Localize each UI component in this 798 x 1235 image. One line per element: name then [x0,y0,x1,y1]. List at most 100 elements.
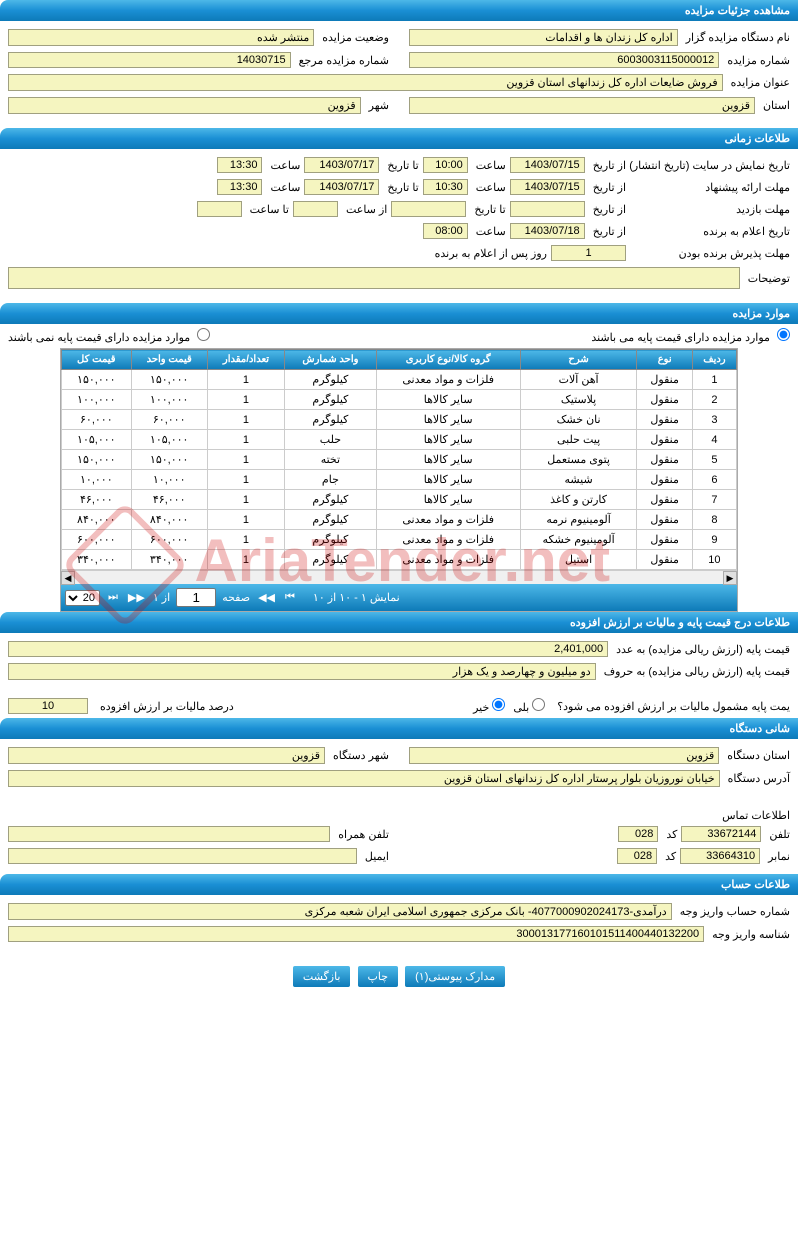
print-button[interactable]: چاپ [358,966,399,987]
col-row: ردیف [692,350,736,370]
holder-value: اداره کل زندان ها و اقدامات [409,29,678,46]
org-address-label: آدرس دستگاه [724,772,790,785]
cell-uprice: ۶۰۰,۰۰۰ [131,530,207,550]
cell-type: منقول [637,430,692,450]
radio-no-base[interactable]: موارد مزایده دارای قیمت پایه نمی باشند [8,328,210,344]
cell-desc: پلاستیک [520,390,637,410]
org-address-value: خیابان نوروزیان بلوار پرستار اداره کل زن… [8,770,720,787]
cell-group: سایر کالاها [376,490,520,510]
org-province-label: استان دستگاه [723,749,790,762]
cell-group: فلزات و مواد معدنی [376,370,520,390]
cell-uprice: ۳۴۰,۰۰۰ [131,550,207,570]
fax-code-label: کد [661,850,676,863]
cell-uprice: ۶۰,۰۰۰ [131,410,207,430]
id-value: 300013177160101511400440132200 [8,926,704,942]
tax-no[interactable]: خیر [473,698,505,714]
scroll-right-icon[interactable]: ▶ [723,571,737,585]
notes-label: توضیحات [744,272,790,285]
cell-n: 9 [692,530,736,550]
publish-from-hour: 10:00 [423,157,468,173]
id-label: شناسه واریز وجه [708,928,790,941]
attachments-button[interactable]: مدارک پیوستی(۱) [405,966,505,987]
table-row: 1منقولآهن آلاتفلزات و مواد معدنیکیلوگرم1… [62,370,737,390]
cell-uprice: ۴۶,۰۰۰ [131,490,207,510]
notes-value [8,267,740,289]
table-row: 7منقولکارتن و کاغذسایر کالاهاکیلوگرم1۴۶,… [62,490,737,510]
base-text-label: قیمت پایه (ارزش ریالی مزایده) به حروف [600,665,790,678]
col-type: نوع [637,350,692,370]
from-label-3: از تاریخ [589,203,626,216]
section-header-account: طلاعات حساب [0,874,798,895]
tax-yes[interactable]: بلی [513,698,545,714]
cell-group: فلزات و مواد معدنی [376,510,520,530]
from-hour-label: از ساعت [342,203,387,216]
col-uprice: قیمت واحد [131,350,207,370]
section-header-time: طلاعات زمانی [0,128,798,149]
fax-value: 33664310 [680,848,760,864]
propose-label: مهلت ارائه پیشنهاد [630,181,790,194]
table-row: 3منقولنان خشکسایر کالاهاکیلوگرم1۶۰,۰۰۰۶۰… [62,410,737,430]
to-hour-label: تا ساعت [246,203,289,216]
cell-type: منقول [637,530,692,550]
cell-desc: آلومینیوم نرمه [520,510,637,530]
cell-uprice: ۸۴۰,۰۰۰ [131,510,207,530]
cell-n: 7 [692,490,736,510]
cell-group: فلزات و مواد معدنی [376,550,520,570]
pager-last-icon[interactable]: ⏭ [106,591,120,604]
back-button[interactable]: بازگشت [293,966,351,987]
mobile-value [8,826,330,842]
cell-tprice: ۱۰۰,۰۰۰ [62,390,132,410]
province-value: قزوین [409,97,755,114]
pager-first-icon[interactable]: ⏮ [283,591,297,604]
publish-from-date: 1403/07/15 [510,157,585,173]
section-header-items: موارد مزایده [0,303,798,324]
cell-tprice: ۸۴۰,۰۰۰ [62,510,132,530]
cell-unit: حلب [285,430,376,450]
cell-type: منقول [637,370,692,390]
radio-has-base[interactable]: موارد مزایده دارای قیمت پایه می باشند [591,328,790,344]
tax-percent-label: درصد مالیات بر ارزش افزوده [96,700,234,713]
pager-size-select[interactable]: 20 [65,590,100,606]
section-header-details: مشاهده جزئیات مزایده [0,0,798,21]
announce-from-date: 1403/07/18 [510,223,585,239]
cell-uprice: ۱۰۰,۰۰۰ [131,390,207,410]
pager-page-input[interactable] [176,588,216,607]
cell-desc: پتوی مستعمل [520,450,637,470]
status-label: وضعیت مزایده [318,31,389,44]
hour-label: ساعت [472,159,506,172]
cell-qty: 1 [207,370,284,390]
propose-to-date: 1403/07/17 [304,179,379,195]
status-value: منتشر شده [8,29,314,46]
publish-label: تاریخ نمایش در سایت (تاریخ انتشار) [630,159,790,172]
pager-prev-icon[interactable]: ◀◀ [256,591,277,604]
cell-qty: 1 [207,410,284,430]
scroll-left-icon[interactable]: ◀ [61,571,75,585]
table-row: 10منقولاستیلفلزات و مواد معدنیکیلوگرم1۳۴… [62,550,737,570]
cell-unit: کیلوگرم [285,530,376,550]
to-label-3: تا تاریخ [470,203,505,216]
cell-tprice: ۶۰,۰۰۰ [62,410,132,430]
publish-to-hour: 13:30 [217,157,262,173]
announce-hour: 08:00 [423,223,468,239]
base-text-value: دو میلیون و چهارصد و یک هزار [8,663,596,680]
title-label: عنوان مزایده [727,76,790,89]
pager-next-icon[interactable]: ▶▶ [126,591,147,604]
cell-tprice: ۶۰۰,۰۰۰ [62,530,132,550]
cell-tprice: ۳۴۰,۰۰۰ [62,550,132,570]
visit-label: مهلت بازدید [630,203,790,216]
number-value: 6003003115000012 [409,52,719,68]
mobile-label: تلفن همراه [334,828,389,841]
cell-tprice: ۱۰,۰۰۰ [62,470,132,490]
pager-summary: نمایش ۱ - ۱۰ از ۱۰ [313,591,400,604]
cell-tprice: ۱۵۰,۰۰۰ [62,450,132,470]
cell-uprice: ۱۵۰,۰۰۰ [131,370,207,390]
cell-type: منقول [637,450,692,470]
horizontal-scrollbar[interactable]: ▶ ◀ [61,570,737,584]
visit-to-hour [197,201,242,217]
cell-uprice: ۱۰۵,۰۰۰ [131,430,207,450]
cell-type: منقول [637,490,692,510]
hour-label-4: ساعت [266,181,300,194]
org-city-label: شهر دستگاه [329,749,389,762]
pager-page-label: صفحه [222,591,250,604]
propose-from-hour: 10:30 [423,179,468,195]
